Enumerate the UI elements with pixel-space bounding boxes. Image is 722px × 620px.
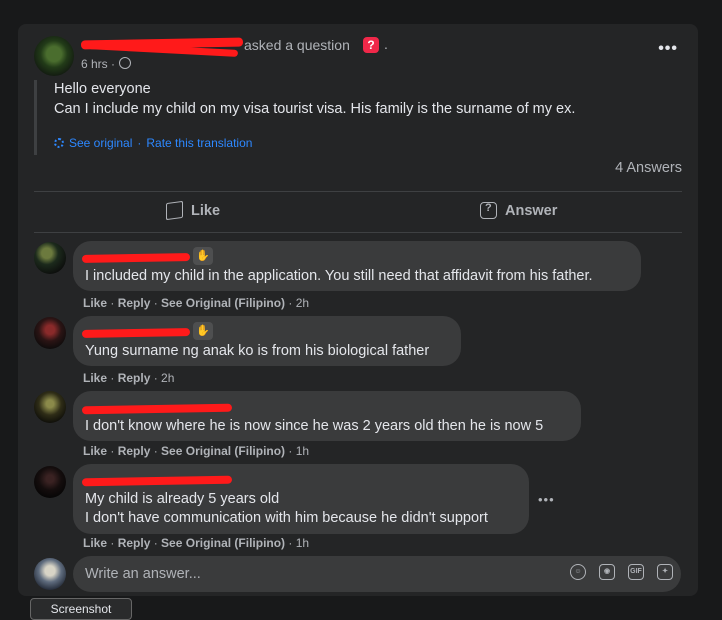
wave-badge-icon: ✋ (193, 247, 213, 265)
wave-badge-icon: ✋ (193, 322, 213, 340)
answer-button[interactable]: Answer (480, 202, 557, 219)
globe-icon (119, 57, 132, 69)
divider (34, 191, 682, 192)
comment-time[interactable]: 1h (296, 536, 309, 550)
translation-bar: See original · Rate this translation (54, 136, 694, 155)
translation-separator: · (137, 136, 142, 150)
composer-icons: ☺ ◉ GIF ✦ (570, 564, 673, 580)
comment-text-line-1: My child is already 5 years old (85, 491, 280, 507)
comment-actions: Like · Reply · See Original (Filipino) ·… (83, 296, 310, 310)
camera-icon[interactable]: ◉ (599, 564, 615, 580)
comment-text: I included my child in the application. … (85, 268, 593, 284)
screenshot-tooltip: Screenshot (30, 598, 132, 620)
commenter-avatar[interactable] (34, 466, 66, 498)
comment-actions: Like · Reply · See Original (Filipino) ·… (83, 444, 310, 458)
comment-like-link[interactable]: Like (83, 444, 107, 458)
comment-reply-link[interactable]: Reply (118, 444, 151, 458)
comment-reply-link[interactable]: Reply (118, 536, 151, 550)
header-dot: . (384, 36, 388, 52)
answer-button-label: Answer (505, 202, 558, 219)
redacted-commenter-name (81, 475, 233, 487)
comment-reply-link[interactable]: Reply (118, 371, 151, 385)
comment-see-original-link[interactable]: See Original (Filipino) (161, 296, 285, 310)
author-avatar[interactable] (34, 36, 74, 76)
commenter-name-row: ✋ (81, 247, 629, 267)
question-badge-icon: ? (363, 37, 379, 53)
write-answer-input[interactable]: Write an answer... ☺ ◉ GIF ✦ (73, 556, 681, 592)
write-answer-placeholder: Write an answer... (85, 566, 201, 582)
comment-time[interactable]: 1h (296, 444, 309, 458)
smiley-icon[interactable]: ☺ (570, 564, 586, 580)
comment-actions: Like · Reply · See Original (Filipino) ·… (83, 536, 310, 550)
current-user-avatar[interactable] (34, 558, 66, 590)
comment-see-original-link[interactable]: See Original (Filipino) (161, 536, 285, 550)
comment-more-options-icon[interactable]: ••• (538, 492, 555, 507)
comment-actions: Like · Reply · 2h (83, 371, 175, 385)
commenter-avatar[interactable] (34, 391, 66, 423)
post-time-text: 6 hrs · (81, 57, 116, 71)
question-body: Hello everyone Can I include my child on… (34, 80, 694, 155)
comment-text: I don't know where he is now since he wa… (85, 418, 544, 434)
sticker-icon[interactable]: ✦ (657, 564, 673, 580)
like-button[interactable]: Like (166, 200, 221, 221)
comment-bubble: I don't know where he is now since he wa… (73, 391, 581, 441)
commenter-name-row: ✋ (81, 322, 449, 342)
gif-icon[interactable]: GIF (628, 564, 644, 580)
comment-text-line-2: I don't have communication with him beca… (85, 510, 488, 526)
question-bubble-icon (480, 202, 497, 219)
comment-bubble: ✋ I included my child in the application… (73, 241, 641, 291)
question-line-2: Can I include my child on my visa touris… (54, 101, 576, 117)
commenter-name-row (81, 472, 517, 490)
thumbs-up-icon (166, 200, 183, 221)
gear-icon (54, 138, 64, 148)
redacted-commenter-name (81, 253, 191, 263)
asked-question-text: asked a question (244, 37, 350, 53)
comment-bubble: ✋ Yung surname ng anak ko is from his bi… (73, 316, 461, 366)
question-post-card: asked a question ? . 6 hrs · ••• Hello e… (18, 24, 698, 596)
question-line-1: Hello everyone (54, 81, 151, 97)
commenter-avatar[interactable] (34, 317, 66, 349)
redacted-commenter-name (81, 403, 233, 415)
see-original-link[interactable]: See original (69, 136, 132, 150)
commenter-avatar[interactable] (34, 242, 66, 274)
commenter-name-row (81, 399, 569, 417)
comment-like-link[interactable]: Like (83, 536, 107, 550)
comment-reply-link[interactable]: Reply (118, 296, 151, 310)
comment-time[interactable]: 2h (161, 371, 174, 385)
comment-like-link[interactable]: Like (83, 371, 107, 385)
post-time[interactable]: 6 hrs · (81, 57, 132, 71)
divider (34, 232, 682, 233)
post-more-options-icon[interactable]: ••• (658, 40, 678, 58)
comment-text: Yung surname ng anak ko is from his biol… (85, 343, 430, 359)
comment-time[interactable]: 2h (296, 296, 309, 310)
answers-count[interactable]: 4 Answers (615, 160, 682, 176)
comment-like-link[interactable]: Like (83, 296, 107, 310)
redacted-commenter-name (81, 328, 191, 338)
rate-translation-link[interactable]: Rate this translation (146, 136, 252, 150)
like-button-label: Like (191, 202, 221, 219)
comment-see-original-link[interactable]: See Original (Filipino) (161, 444, 285, 458)
comment-bubble: My child is already 5 years old I don't … (73, 464, 529, 534)
